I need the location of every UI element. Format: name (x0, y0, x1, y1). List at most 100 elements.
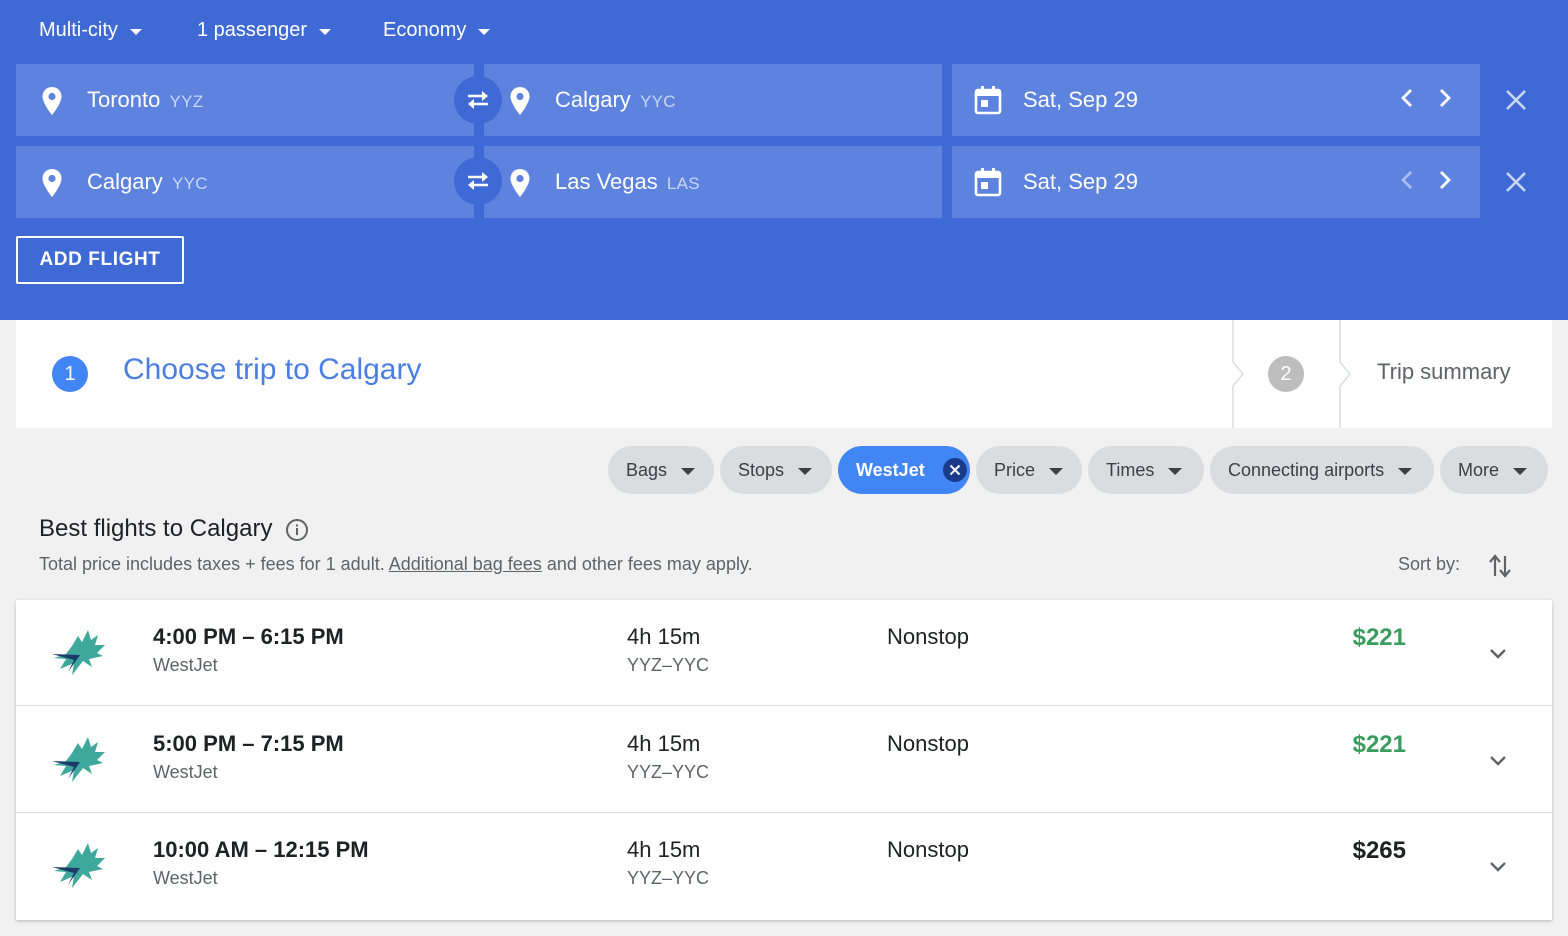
price-filter-chip[interactable]: Price (976, 446, 1082, 494)
add-flight-button[interactable]: ADD FLIGHT (16, 236, 184, 284)
leg2-origin-code: YYC (171, 174, 208, 193)
flight-times: 10:00 AM – 12:15 PM (153, 837, 369, 862)
location-pin-icon (42, 87, 62, 115)
chevron-down-icon[interactable] (1484, 853, 1512, 881)
step1-number: 1 (52, 356, 88, 392)
leg2-origin-field[interactable]: Calgary YYC (16, 146, 474, 218)
flight-row[interactable]: 4:00 PM – 6:15 PM WestJet 4h 15m YYZ–YYC… (16, 600, 1552, 706)
trip-type-dropdown[interactable]: Multi-city (39, 16, 142, 44)
flight-duration: 4h 15m (627, 837, 701, 862)
calendar-icon (974, 168, 1002, 197)
leg1-destination-code: YYC (639, 92, 676, 111)
bags-filter-chip[interactable]: Bags (608, 446, 714, 494)
info-icon[interactable] (285, 518, 309, 542)
leg1-origin-code: YYZ (169, 92, 204, 111)
step-divider-chevron (1232, 320, 1244, 428)
more-filters-chip[interactable]: More (1440, 446, 1548, 494)
chevron-down-icon (478, 28, 491, 35)
leg2-swap-button[interactable] (454, 157, 502, 205)
results-title: Best flights to Calgary (39, 515, 273, 542)
westjet-logo-icon (52, 737, 105, 782)
flight-airline: WestJet (153, 762, 218, 782)
remove-leg1-icon[interactable] (1502, 86, 1530, 114)
calendar-icon (974, 86, 1002, 115)
sort-icon[interactable] (1486, 552, 1514, 580)
times-filter-label: Times (1106, 459, 1155, 480)
remove-leg2-icon[interactable] (1502, 168, 1530, 196)
flight-row[interactable]: 10:00 AM – 12:15 PM WestJet 4h 15m YYZ–Y… (16, 813, 1552, 919)
step2-title[interactable]: Trip summary (1377, 359, 1511, 385)
cabin-class-label: Economy (383, 18, 467, 41)
flight-airline: WestJet (153, 655, 218, 675)
airline-filter-label: WestJet (856, 459, 925, 480)
flight-stops: Nonstop (887, 624, 969, 649)
more-filters-label: More (1458, 459, 1500, 480)
next-date-icon[interactable] (1430, 166, 1458, 194)
flight-airline: WestJet (153, 868, 218, 888)
flight-duration: 4h 15m (627, 624, 701, 649)
location-pin-icon (510, 87, 530, 115)
previous-date-icon[interactable] (1394, 166, 1422, 194)
connecting-airports-filter-chip[interactable]: Connecting airports (1210, 446, 1434, 494)
clear-filter-icon[interactable] (942, 458, 967, 482)
leg2-date-field[interactable]: Sat, Sep 29 (952, 146, 1480, 218)
flight-route: YYZ–YYC (627, 868, 710, 888)
flight-price: $265 (1352, 837, 1406, 864)
leg2-date: Sat, Sep 29 (1023, 169, 1138, 194)
connecting-airports-filter-label: Connecting airports (1228, 459, 1385, 480)
passengers-label: 1 passenger (197, 18, 308, 41)
step2-number: 2 (1268, 356, 1304, 392)
previous-date-icon[interactable] (1394, 84, 1422, 112)
flight-times: 5:00 PM – 7:15 PM (153, 731, 344, 756)
westjet-logo-icon (52, 630, 105, 675)
times-filter-chip[interactable]: Times (1088, 446, 1204, 494)
flight-route: YYZ–YYC (627, 655, 710, 675)
step-divider-chevron (1339, 320, 1351, 428)
cabin-class-dropdown[interactable]: Economy (383, 16, 491, 44)
flight-results-list: 4:00 PM – 6:15 PM WestJet 4h 15m YYZ–YYC… (16, 600, 1552, 920)
price-filter-label: Price (994, 459, 1036, 480)
swap-arrows-icon (468, 172, 488, 190)
chevron-down-icon (319, 28, 332, 35)
leg1-origin-city: Toronto (87, 87, 161, 112)
chevron-down-icon (129, 28, 142, 35)
westjet-logo-icon (52, 843, 105, 888)
leg2-destination-field[interactable]: Las Vegas LAS (484, 146, 942, 218)
chevron-down-icon (1168, 467, 1183, 475)
leg1-destination-city: Calgary (555, 87, 631, 112)
chevron-down-icon[interactable] (1484, 640, 1512, 668)
leg1-date: Sat, Sep 29 (1023, 87, 1138, 112)
stops-filter-label: Stops (738, 459, 785, 480)
location-pin-icon (42, 169, 62, 197)
leg1-date-field[interactable]: Sat, Sep 29 (952, 64, 1480, 136)
step1-title: Choose trip to Calgary (123, 353, 422, 386)
location-pin-icon (510, 169, 530, 197)
stops-filter-chip[interactable]: Stops (720, 446, 832, 494)
results-subtitle-text: Total price includes taxes + fees for 1 … (39, 554, 389, 574)
flight-duration: 4h 15m (627, 731, 701, 756)
leg1-origin-field[interactable]: Toronto YYZ (16, 64, 474, 136)
additional-bag-fees-link[interactable]: Additional bag fees (389, 554, 542, 574)
airline-filter-chip[interactable]: WestJet (838, 446, 970, 494)
leg1-swap-button[interactable] (454, 76, 502, 124)
leg1-destination-field[interactable]: Calgary YYC (484, 64, 942, 136)
chevron-down-icon (1049, 467, 1064, 475)
next-date-icon[interactable] (1430, 84, 1458, 112)
results-subtitle-text-end: and other fees may apply. (541, 554, 753, 574)
results-subtitle: Total price includes taxes + fees for 1 … (39, 554, 753, 575)
leg2-origin-city: Calgary (87, 169, 163, 194)
chevron-down-icon (681, 467, 696, 475)
flight-times: 4:00 PM – 6:15 PM (153, 624, 344, 649)
flight-price: $221 (1352, 624, 1406, 651)
swap-arrows-icon (468, 91, 488, 109)
chevron-down-icon (1398, 467, 1413, 475)
passengers-dropdown[interactable]: 1 passenger (197, 16, 332, 44)
flight-row[interactable]: 5:00 PM – 7:15 PM WestJet 4h 15m YYZ–YYC… (16, 707, 1552, 813)
chevron-down-icon[interactable] (1484, 747, 1512, 775)
booking-steps: 1 Choose trip to Calgary 2 Trip summary (16, 320, 1552, 428)
sort-by-label: Sort by: (1398, 554, 1461, 574)
trip-type-label: Multi-city (39, 18, 118, 41)
leg2-destination-city: Las Vegas (555, 169, 658, 194)
chevron-down-icon (798, 467, 813, 475)
chevron-down-icon (1513, 467, 1528, 475)
